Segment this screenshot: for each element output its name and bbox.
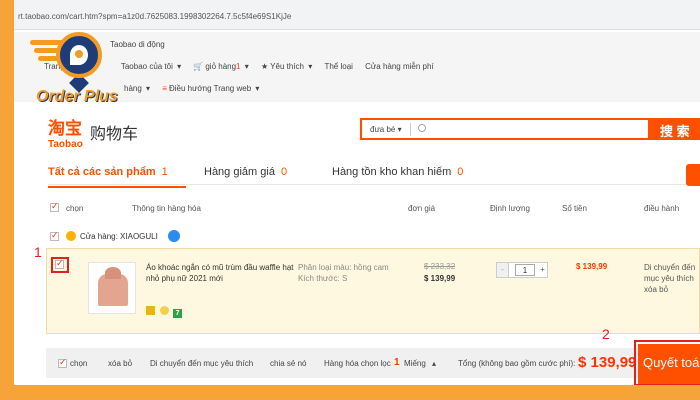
op-delete[interactable]: xóa bỏ: [644, 284, 695, 295]
shop-checkbox[interactable]: [50, 230, 59, 241]
shop-icon: [66, 231, 76, 241]
flower-icon: [159, 306, 169, 315]
nav-cart-label: giỏ hàng: [205, 62, 237, 71]
nav-row-3: hàng ▾ ≡ Điều hướng Trang web ▾: [124, 84, 269, 93]
original-price: $ 233,32: [424, 262, 456, 271]
shop-row: Cửa hàng: XIAOGULI: [14, 230, 700, 246]
footer-total-amount: $ 139,99: [578, 354, 637, 371]
attr-color: Phân loại màu: hồng cam: [298, 263, 389, 272]
product-badges: 7: [146, 306, 184, 318]
step-2-label: 2: [602, 326, 610, 342]
star-icon: ★: [260, 62, 269, 71]
footer-total-label: Tổng (không bao gồm cước phí):: [458, 359, 576, 368]
footer-selected-count: 1: [394, 357, 400, 368]
op-move-to-fav-2[interactable]: mục yêu thích: [644, 273, 695, 284]
quantity-stepper: - 1 +: [496, 262, 548, 278]
op-move-to-fav[interactable]: Di chuyển đến: [644, 262, 695, 273]
footer-select-label[interactable]: chọn: [70, 359, 87, 368]
quantity-input[interactable]: 1: [515, 264, 535, 276]
quantity-plus-button[interactable]: +: [537, 263, 548, 277]
search-scope-select[interactable]: đưa bé ▾: [370, 125, 402, 134]
search-input[interactable]: đưa bé ▾: [360, 118, 650, 140]
product-thumbnail[interactable]: [88, 262, 136, 314]
nav-free-store[interactable]: Cửa hàng miễn phí: [365, 62, 434, 71]
seven-day-return-icon: 7: [173, 309, 183, 318]
tab-low-stock-label: Hàng tồn kho khan hiếm: [332, 166, 452, 178]
step-1-label: 1: [34, 244, 42, 260]
footer-delete-link[interactable]: xóa bỏ: [108, 359, 132, 368]
item-checkbox[interactable]: [55, 258, 64, 269]
tab-low-stock[interactable]: Hàng tồn kho khan hiếm 0: [332, 166, 463, 178]
quantity-minus-button[interactable]: -: [497, 263, 509, 277]
cart-icon: 🛒: [193, 62, 204, 71]
nav-category[interactable]: Thể loại: [324, 62, 352, 71]
nav-cart[interactable]: 🛒 giỏ hàng1 ▾: [193, 62, 248, 71]
cart-footer: chọn xóa bỏ Di chuyển đến mục yêu thích …: [46, 348, 700, 378]
tab-low-stock-count: 0: [457, 166, 464, 178]
product-attributes: Phân loại màu: hồng cam Kích thước: S: [298, 262, 389, 284]
url-text[interactable]: rt.taobao.com/cart.htm?spm=a1z0d.7625083…: [18, 12, 291, 21]
logo-text: Order Plus: [36, 88, 118, 105]
nav-favorites[interactable]: ★ Yêu thích ▾: [261, 62, 312, 71]
unit-price: $ 139,99: [424, 274, 456, 283]
header-unit-price: đơn giá: [408, 204, 436, 213]
search-icon: [418, 124, 426, 132]
taobao-logo-en: Taobao: [48, 139, 83, 150]
tab-active-underline: [48, 186, 186, 188]
footer-select-all-checkbox[interactable]: [58, 357, 67, 368]
header-quantity: Định lượng: [490, 204, 530, 213]
footer-move-fav-link[interactable]: Di chuyển đến mục yêu thích: [150, 359, 253, 368]
tab-discount-count: 0: [280, 166, 288, 178]
header-operations: điều hành: [644, 204, 680, 213]
table-header: chọn Thông tin hàng hóa đơn giá Định lượ…: [14, 201, 700, 216]
taobao-logo[interactable]: 淘宝 Taobao: [48, 114, 83, 150]
nav-sitemap-label: Điều hướng Trang web: [168, 84, 252, 93]
footer-selected-label: Hàng hóa chọn lọc: [324, 359, 391, 368]
search-scope-label: đưa bé: [370, 125, 396, 134]
header-product-info: Thông tin hàng hóa: [132, 204, 201, 213]
search-button[interactable]: 搜 索: [650, 118, 700, 140]
taobao-logo-cn: 淘宝: [48, 119, 82, 138]
footer-unit-chevron[interactable]: ▴: [432, 359, 436, 368]
tab-discount[interactable]: Hàng giảm giá 0: [204, 166, 287, 178]
item-operations: Di chuyển đến mục yêu thích xóa bỏ: [644, 262, 695, 295]
step-2-highlight: [634, 340, 700, 385]
side-tag[interactable]: [686, 164, 700, 186]
tab-all-label: Tất cả các sản phẩm: [48, 166, 156, 178]
attr-size: Kích thước: S: [298, 274, 348, 283]
header-amount: Số tiền: [562, 204, 587, 213]
footer-unit: Miếng: [404, 359, 426, 368]
logo-p-icon: [70, 45, 88, 65]
header-select: chọn: [66, 204, 84, 213]
shop-name[interactable]: Cửa hàng: XIAOGULI: [80, 232, 158, 241]
nav-favorites-label: Yêu thích: [270, 62, 304, 71]
footer-share-link[interactable]: chia sẻ nó: [270, 359, 306, 368]
item-subtotal: $ 139,99: [576, 262, 608, 271]
cart-item: [46, 248, 700, 334]
guarantee-icon: [146, 306, 155, 315]
tab-all-products[interactable]: Tất cả các sản phẩm 1: [48, 166, 168, 178]
tab-discount-label: Hàng giảm giá: [204, 166, 275, 178]
order-plus-logo: Order Plus: [24, 26, 144, 110]
jacket-hood-image: [105, 267, 121, 279]
select-all-checkbox[interactable]: [50, 201, 59, 212]
product-title[interactable]: Áo khoác ngắn có mũ trùm đầu waffle hạt …: [146, 262, 294, 284]
chat-icon[interactable]: [168, 230, 180, 242]
tab-all-count: 1: [161, 166, 168, 178]
search-divider: [410, 123, 411, 136]
logo-ring-icon: [56, 32, 102, 78]
menu-icon: ≡: [162, 84, 167, 93]
cart-page-title: 购物车: [90, 126, 139, 143]
nav-sitemap[interactable]: ≡ Điều hướng Trang web ▾: [162, 84, 259, 93]
tab-separator: [48, 184, 700, 185]
nav-cart-count: 1: [236, 62, 241, 71]
